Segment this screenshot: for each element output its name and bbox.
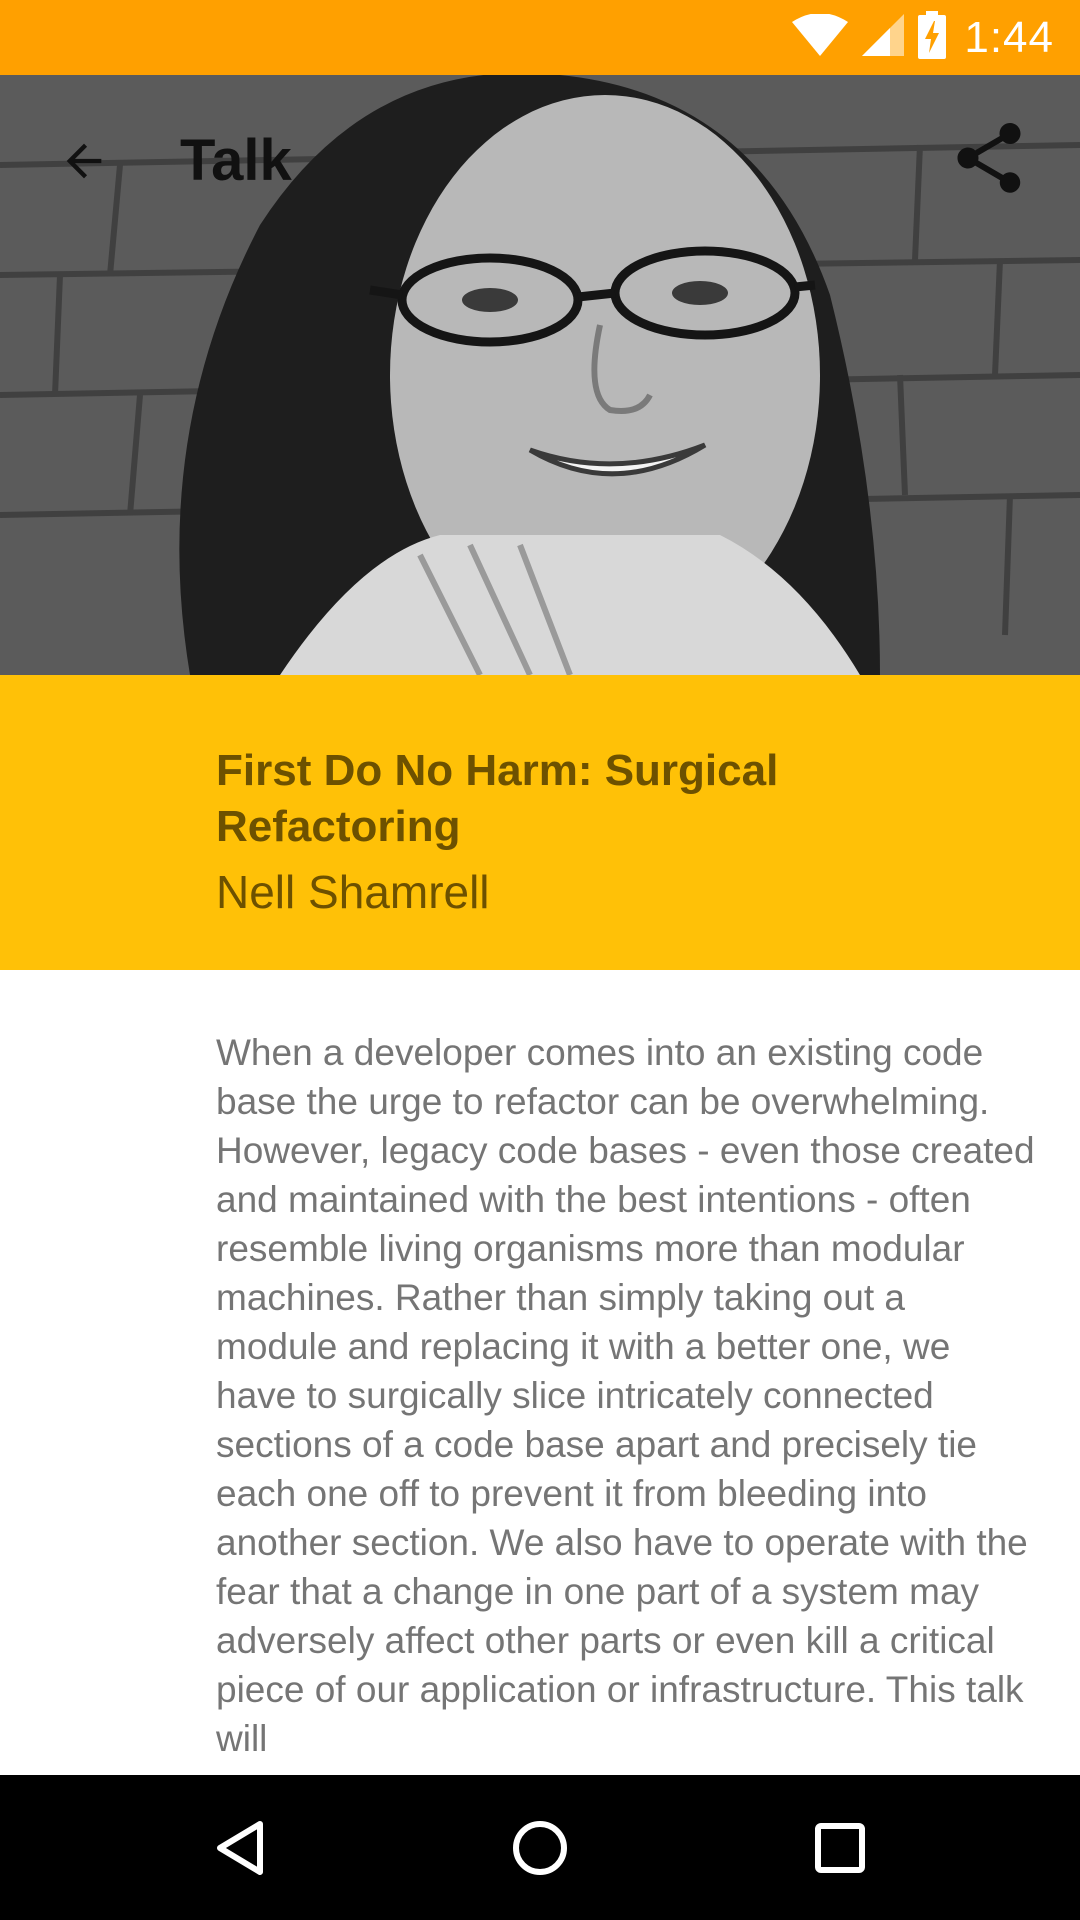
status-time: 1:44 [964, 12, 1054, 62]
status-bar: 1:44 [0, 0, 1080, 75]
nav-back-icon [210, 1818, 270, 1883]
wifi-icon [792, 13, 849, 61]
battery-charging-icon [918, 11, 947, 64]
nav-recents-button[interactable] [795, 1805, 885, 1895]
toolbar-title: Talk [180, 128, 292, 193]
back-button[interactable] [46, 125, 122, 201]
talk-header-panel: First Do No Harm: Surgical Refactoring N… [0, 675, 1080, 970]
talk-description-container[interactable]: When a developer comes into an existing … [0, 970, 1080, 1775]
nav-back-button[interactable] [195, 1805, 285, 1895]
speaker-name[interactable]: Nell Shamrell [216, 865, 490, 919]
nav-home-button[interactable] [495, 1805, 585, 1895]
talk-title: First Do No Harm: Surgical Refactoring [216, 746, 779, 851]
talk-detail-screen: 1:44 Talk First Do No Harm: Surgical Ref… [0, 0, 1080, 1920]
cell-signal-icon [862, 14, 905, 61]
nav-recents-icon [812, 1820, 868, 1881]
talk-description: When a developer comes into an existing … [216, 1032, 1035, 1759]
nav-home-icon [510, 1818, 570, 1883]
system-nav-bar [0, 1775, 1080, 1920]
app-toolbar: Talk [0, 75, 1080, 243]
share-icon [947, 116, 1031, 205]
share-button[interactable] [944, 115, 1034, 205]
arrow-back-icon [58, 135, 110, 192]
